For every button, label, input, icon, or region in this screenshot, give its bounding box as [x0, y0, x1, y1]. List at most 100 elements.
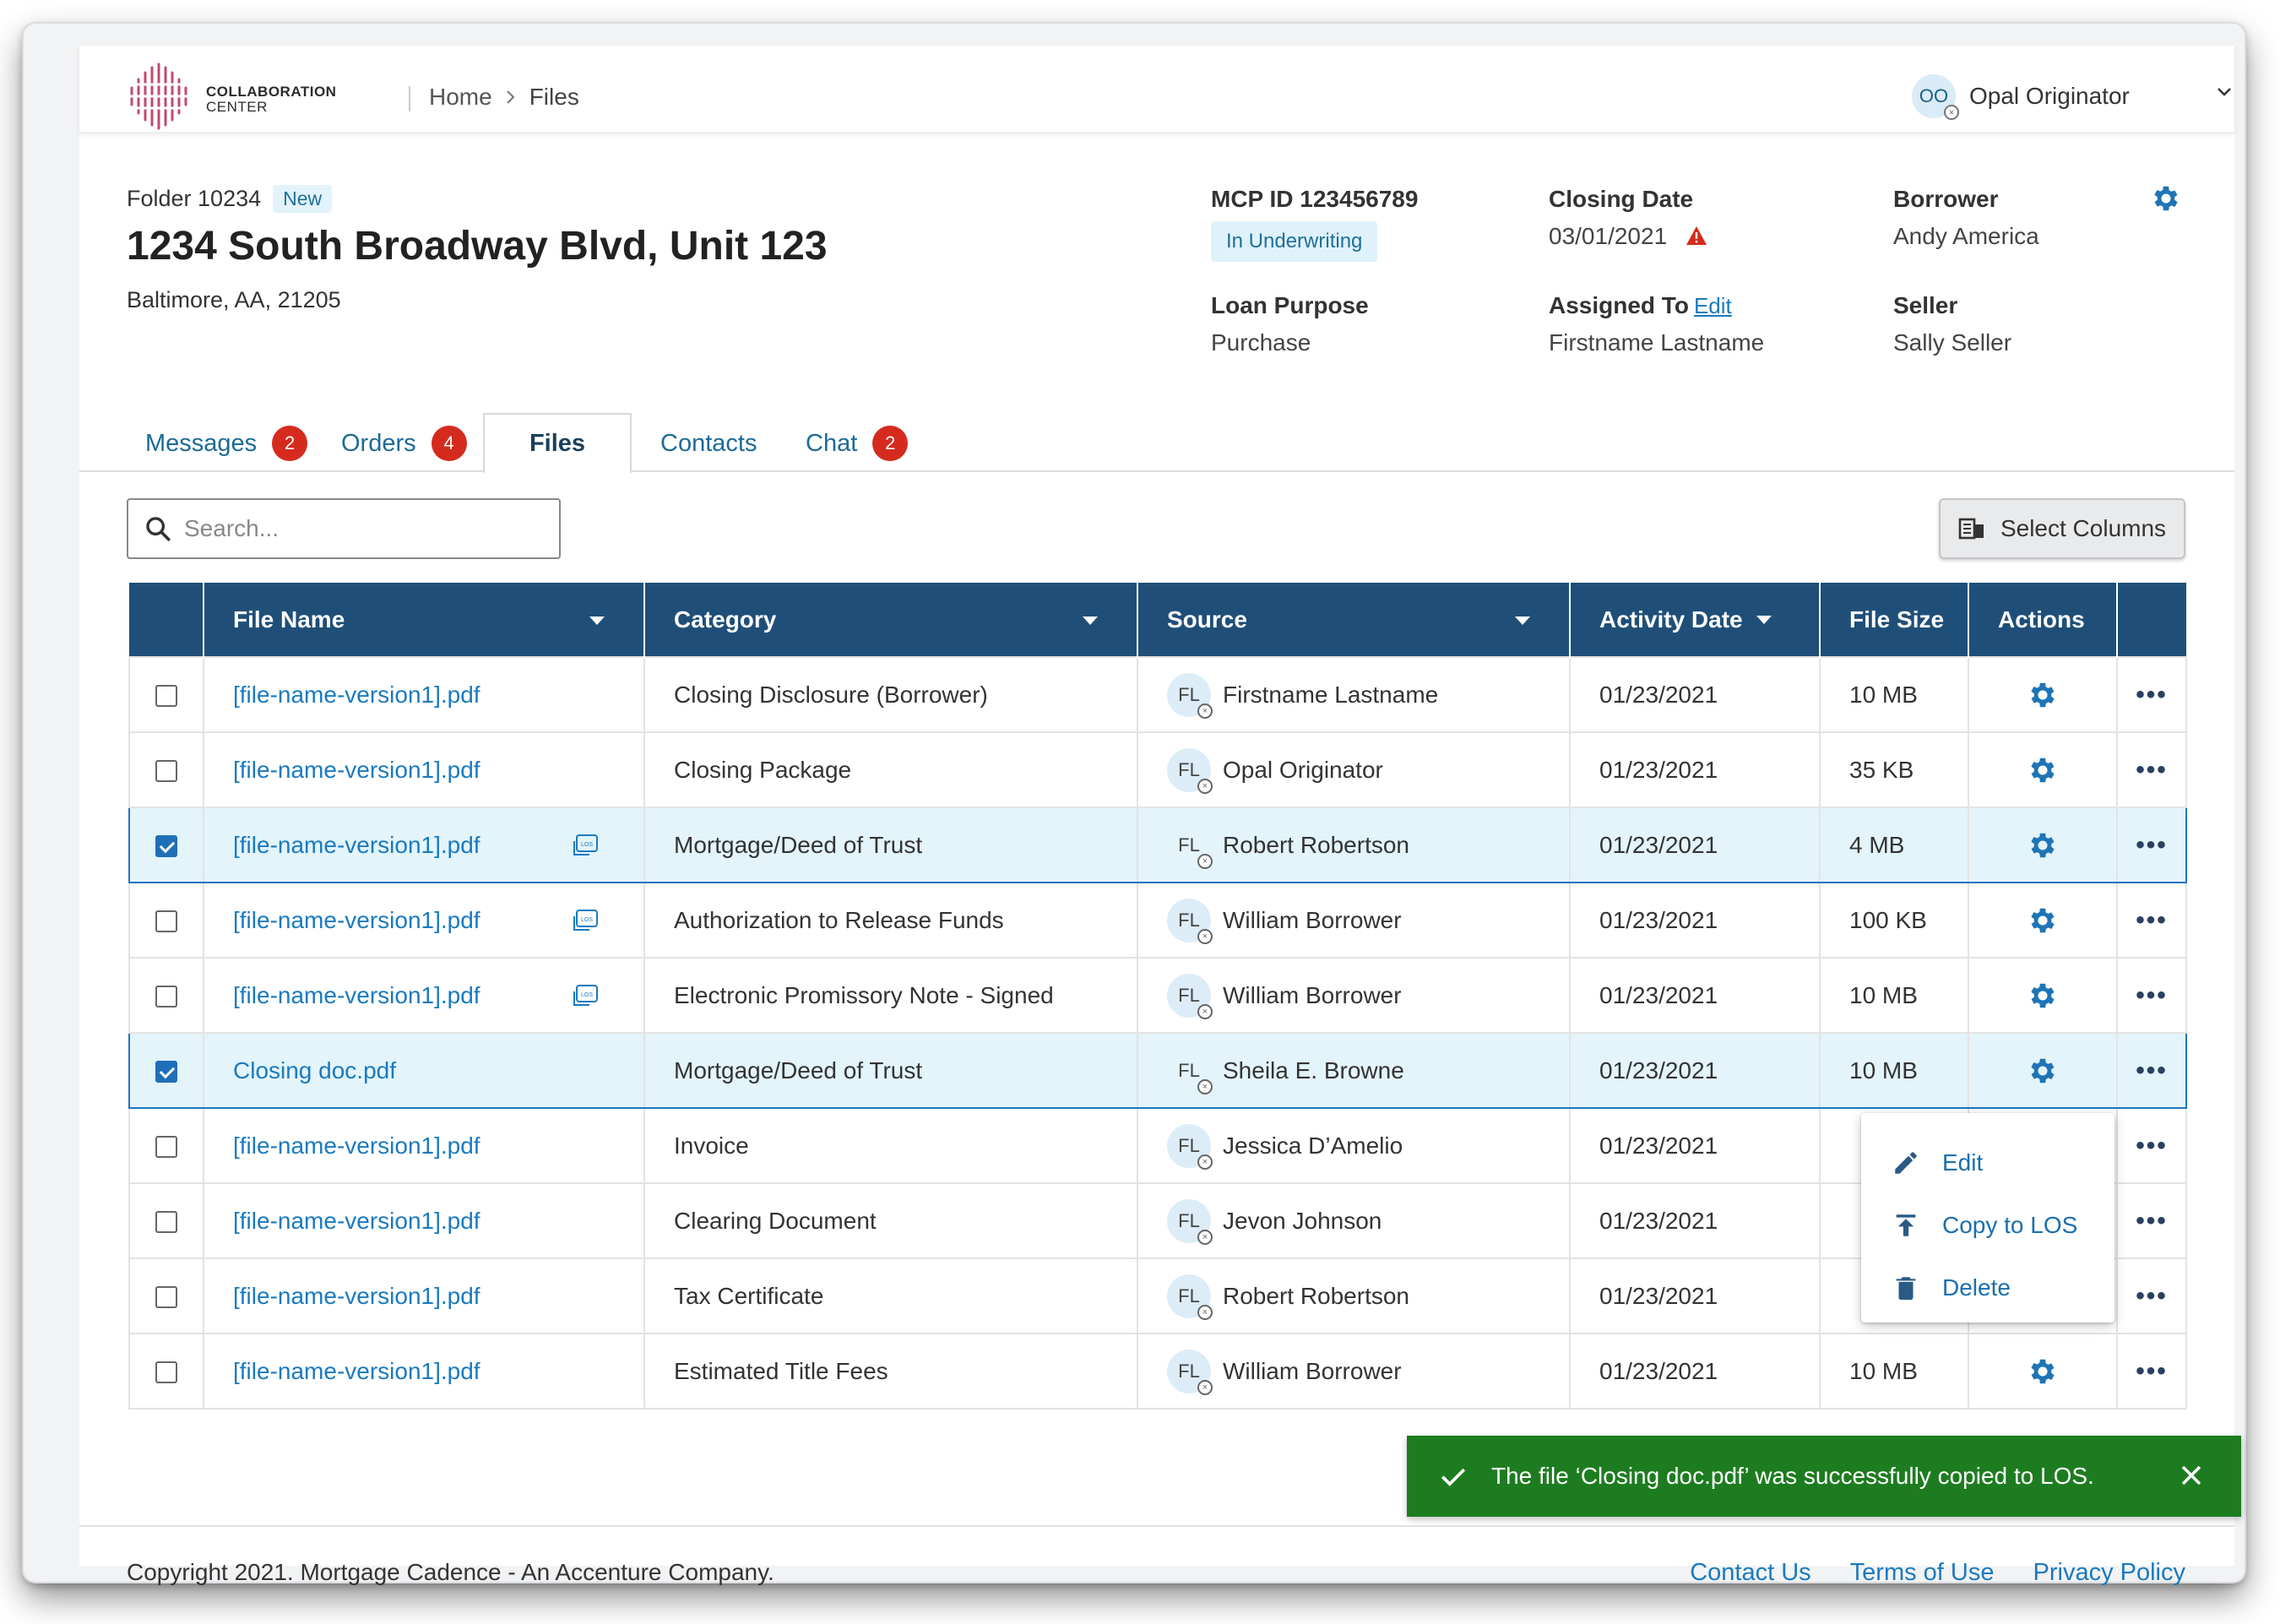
- table-row[interactable]: [file-name-version1].pdf LOS Electronic Pr…: [128, 957, 2187, 1034]
- table-row[interactable]: [file-name-version1].pdf Closing Package F…: [128, 731, 2187, 808]
- row-checkbox[interactable]: [155, 910, 177, 933]
- tab-messages[interactable]: Messages 2: [145, 413, 308, 474]
- sort-caret-icon[interactable]: [589, 616, 605, 625]
- column-header-source[interactable]: Source: [1137, 583, 1571, 657]
- table-row[interactable]: [file-name-version1].pdf LOS Mortgage/Deed…: [128, 807, 2187, 883]
- breadcrumb-divider: [409, 86, 410, 111]
- category-cell: Mortgage/Deed of Trust: [643, 1032, 1138, 1109]
- chevron-down-icon[interactable]: [2216, 83, 2233, 100]
- file-name-link[interactable]: [file-name-version1].pdf: [233, 907, 480, 933]
- more-cell: •••: [2116, 1182, 2187, 1259]
- file-name-link[interactable]: [file-name-version1].pdf: [233, 832, 480, 858]
- gear-icon[interactable]: [2027, 829, 2059, 861]
- column-header-category[interactable]: Category: [644, 583, 1138, 657]
- file-name-link[interactable]: [file-name-version1].pdf: [233, 1208, 480, 1234]
- breadcrumb-home-link[interactable]: Home: [429, 84, 492, 111]
- category-cell: Invoice: [643, 1107, 1138, 1184]
- tab-files[interactable]: Files: [483, 413, 632, 474]
- sort-caret-icon[interactable]: [1083, 616, 1098, 625]
- tab-chat[interactable]: Chat 2: [806, 413, 909, 474]
- source-initials: FL: [1178, 909, 1200, 931]
- more-options-icon[interactable]: •••: [2136, 1282, 2168, 1310]
- row-checkbox[interactable]: [155, 1286, 177, 1309]
- more-cell: •••: [2116, 731, 2187, 808]
- loan-purpose-value: Purchase: [1211, 329, 1311, 356]
- source-avatar: FL ×: [1167, 1349, 1213, 1395]
- footer-link-terms[interactable]: Terms of Use: [1850, 1559, 1995, 1587]
- tab-orders[interactable]: Orders 4: [341, 413, 467, 474]
- chevron-right-icon: [506, 90, 515, 104]
- gear-icon[interactable]: [2027, 1055, 2059, 1087]
- more-options-icon[interactable]: •••: [2136, 1207, 2168, 1235]
- gear-icon[interactable]: [2027, 904, 2059, 937]
- sort-caret-icon[interactable]: [1756, 615, 1772, 624]
- user-avatar[interactable]: OO ×: [1912, 74, 1959, 120]
- row-checkbox[interactable]: [155, 1361, 177, 1384]
- los-sync-icon[interactable]: LOS: [573, 833, 601, 858]
- file-name-link[interactable]: [file-name-version1].pdf: [233, 1283, 480, 1309]
- source-name: Opal Originator: [1223, 756, 1383, 783]
- row-checkbox[interactable]: [155, 1136, 177, 1159]
- table-row[interactable]: [file-name-version1].pdf Estimated Title …: [128, 1333, 2187, 1409]
- footer-link-contact-us[interactable]: Contact Us: [1690, 1559, 1810, 1587]
- category-cell: Closing Disclosure (Borrower): [643, 656, 1138, 733]
- activity-date-cell: 01/23/2021: [1569, 1107, 1821, 1184]
- closing-date-value: 03/01/2021: [1549, 223, 1668, 249]
- row-checkbox[interactable]: [155, 1211, 177, 1234]
- los-sync-icon[interactable]: LOS: [573, 908, 601, 933]
- more-options-icon[interactable]: •••: [2136, 1132, 2168, 1160]
- gear-icon[interactable]: [2027, 754, 2059, 786]
- property-city: Baltimore, AA, 21205: [127, 287, 341, 312]
- gear-icon[interactable]: [2027, 679, 2059, 711]
- close-icon[interactable]: [2179, 1463, 2204, 1488]
- file-name-cell: [file-name-version1].pdf: [203, 656, 645, 733]
- gear-icon[interactable]: [2027, 1355, 2059, 1388]
- file-name-link[interactable]: [file-name-version1].pdf: [233, 1132, 480, 1159]
- menu-item-edit[interactable]: Edit: [1861, 1132, 2114, 1194]
- search-input[interactable]: [184, 515, 539, 542]
- user-menu[interactable]: OO × Opal Originator: [1912, 74, 2231, 120]
- more-options-icon[interactable]: •••: [2136, 981, 2168, 1009]
- menu-item-copy-to-los[interactable]: Copy to LOS: [1861, 1194, 2114, 1257]
- table-row[interactable]: [file-name-version1].pdf Closing Disclosu…: [128, 656, 2187, 733]
- source-cell: FL × Firstname Lastname: [1137, 656, 1571, 733]
- select-columns-button[interactable]: Select Columns: [1939, 498, 2185, 559]
- tab-contacts[interactable]: Contacts: [660, 413, 757, 474]
- source-status-icon: ×: [1197, 703, 1213, 719]
- table-row[interactable]: Closing doc.pdf Mortgage/Deed of Trust FL ×…: [128, 1032, 2187, 1109]
- collaboration-center-logo[interactable]: [128, 62, 193, 130]
- more-options-icon[interactable]: •••: [2136, 831, 2168, 859]
- row-checkbox[interactable]: [155, 1061, 177, 1084]
- row-checkbox[interactable]: [155, 835, 177, 858]
- more-options-icon[interactable]: •••: [2136, 1357, 2168, 1385]
- menu-item-delete[interactable]: Delete: [1861, 1257, 2114, 1319]
- column-header-activity-date[interactable]: Activity Date: [1570, 583, 1821, 657]
- assigned-edit-link[interactable]: Edit: [1694, 293, 1732, 318]
- los-sync-icon[interactable]: LOS: [573, 983, 601, 1008]
- file-name-link[interactable]: [file-name-version1].pdf: [233, 682, 480, 708]
- page-background: COLLABORATION CENTER Home Files OO × Opa…: [0, 0, 2280, 1624]
- gear-icon[interactable]: [2150, 182, 2182, 215]
- file-name-link[interactable]: [file-name-version1].pdf: [233, 982, 480, 1008]
- file-name-link[interactable]: Closing doc.pdf: [233, 1057, 396, 1084]
- source-status-icon: ×: [1197, 1304, 1213, 1320]
- more-options-icon[interactable]: •••: [2136, 1056, 2168, 1084]
- sort-caret-icon[interactable]: [1515, 616, 1530, 625]
- row-checkbox[interactable]: [155, 760, 177, 783]
- more-options-icon[interactable]: •••: [2136, 906, 2168, 934]
- more-options-icon[interactable]: •••: [2136, 756, 2168, 784]
- search-box[interactable]: [127, 498, 561, 559]
- column-header-file-name[interactable]: File Name: [204, 583, 645, 657]
- gear-icon[interactable]: [2027, 980, 2059, 1012]
- file-size-cell: 4 MB: [1819, 807, 1969, 883]
- table-row[interactable]: [file-name-version1].pdf LOS Authorization…: [128, 882, 2187, 959]
- footer-link-privacy[interactable]: Privacy Policy: [2033, 1559, 2186, 1587]
- file-name-link[interactable]: [file-name-version1].pdf: [233, 757, 480, 783]
- source-avatar: FL ×: [1167, 747, 1213, 794]
- row-checkbox[interactable]: [155, 685, 177, 708]
- source-status-icon: ×: [1197, 1003, 1213, 1019]
- seller-value: Sally Seller: [1893, 329, 2012, 356]
- more-options-icon[interactable]: •••: [2136, 681, 2168, 709]
- file-name-link[interactable]: [file-name-version1].pdf: [233, 1358, 480, 1384]
- row-checkbox[interactable]: [155, 986, 177, 1008]
